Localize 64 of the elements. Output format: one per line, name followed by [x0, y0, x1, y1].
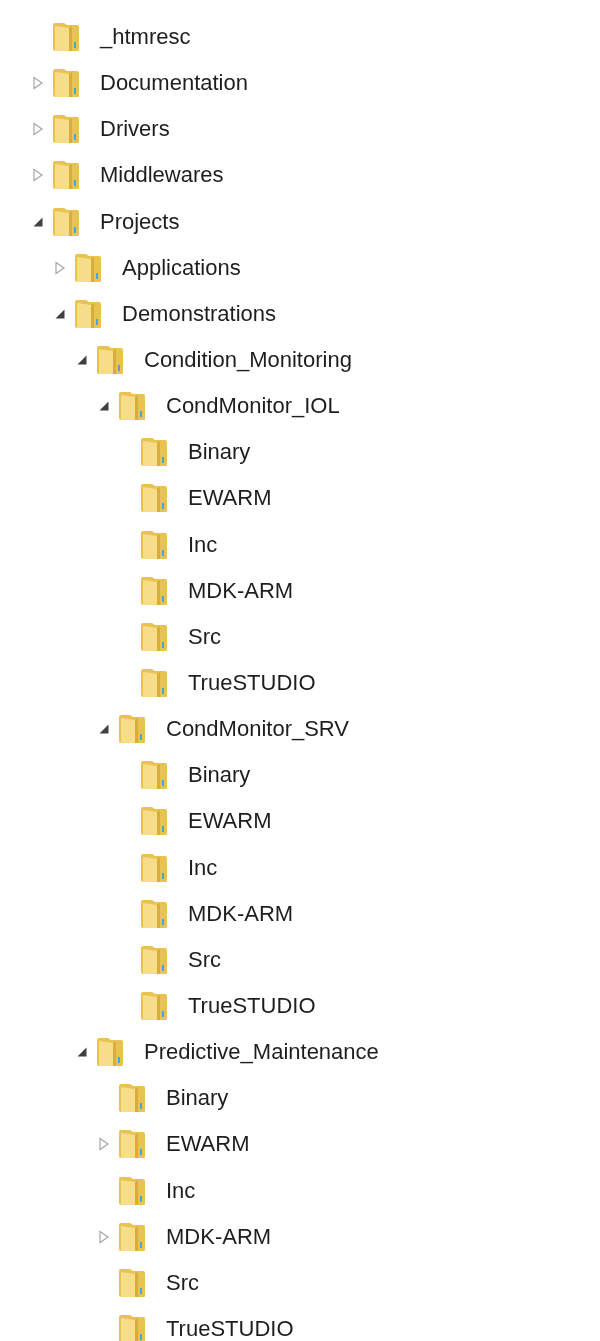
collapse-arrow-icon[interactable] [54, 307, 66, 320]
folder-label[interactable]: Inc [188, 531, 218, 558]
folder-label[interactable]: CondMonitor_SRV [166, 716, 350, 743]
folder-label[interactable]: EWARM [188, 485, 272, 512]
folder-icon [118, 1267, 146, 1298]
folder-label[interactable]: Condition_Monitoring [144, 347, 352, 374]
folder-icon [140, 852, 168, 883]
folder-label[interactable]: _htmresc [100, 24, 191, 51]
collapse-arrow-icon[interactable] [98, 400, 110, 413]
folder-icon [140, 806, 168, 837]
folder-icon [118, 1129, 146, 1160]
folder-label[interactable]: Src [188, 946, 221, 973]
folder-label[interactable]: TrueSTUDIO [188, 993, 316, 1019]
folder-label[interactable]: TrueSTUDIO [188, 670, 316, 697]
folder-label[interactable]: MDK-ARM [166, 1223, 272, 1250]
folder-icon [140, 668, 168, 699]
folder-label[interactable]: Drivers [100, 116, 170, 143]
folder-icon [118, 1175, 146, 1206]
collapse-arrow-icon[interactable] [98, 723, 110, 736]
folder-icon [118, 1083, 146, 1114]
folder-icon [74, 252, 102, 283]
folder-icon [140, 529, 168, 560]
folder-label[interactable]: TrueSTUDIO [166, 1316, 294, 1341]
folder-label[interactable]: Demonstrations [122, 300, 277, 327]
folder-label[interactable]: Inc [166, 1177, 196, 1204]
folder-label[interactable]: Binary [166, 1085, 229, 1112]
folder-icon [96, 345, 124, 376]
collapse-arrow-icon[interactable] [76, 354, 88, 367]
folder-icon [118, 714, 146, 745]
folder-label[interactable]: Applications [122, 254, 241, 281]
folder-icon [140, 621, 168, 652]
folder-label[interactable]: Binary [188, 439, 251, 466]
folder-label[interactable]: Predictive_Maintenance [144, 1039, 379, 1066]
folder-icon [140, 944, 168, 975]
folder-icon [118, 391, 146, 422]
folder-icon [52, 206, 80, 237]
folder-icon [140, 760, 168, 791]
folder-icon [140, 483, 168, 514]
folder-label[interactable]: Src [166, 1269, 199, 1296]
folder-label[interactable]: Inc [188, 854, 218, 881]
folder-label[interactable]: Src [188, 623, 221, 650]
folder-icon [52, 68, 80, 99]
folder-label[interactable]: EWARM [188, 808, 272, 835]
folder-label[interactable]: MDK-ARM [188, 900, 294, 927]
folder-icon [52, 22, 80, 53]
folder-label[interactable]: Projects [100, 208, 180, 235]
folder-icon [74, 298, 102, 329]
folder-label[interactable]: CondMonitor_IOL [166, 393, 340, 420]
folder-label[interactable]: Middlewares [100, 162, 224, 189]
folder-icon [140, 575, 168, 606]
folder-label[interactable]: Documentation [100, 70, 248, 97]
folder-icon [52, 160, 80, 191]
folder-icon [52, 114, 80, 145]
collapse-arrow-icon[interactable] [32, 215, 44, 228]
collapse-arrow-icon[interactable] [76, 1046, 88, 1059]
folder-icon [96, 1037, 124, 1068]
folder-icon [140, 991, 168, 1021]
folder-icon [118, 1314, 146, 1341]
folder-label[interactable]: Binary [188, 762, 251, 789]
folder-icon [140, 437, 168, 468]
folder-label[interactable]: MDK-ARM [188, 577, 294, 604]
folder-icon [140, 898, 168, 929]
folder-icon [118, 1221, 146, 1252]
folder-label[interactable]: EWARM [166, 1131, 250, 1158]
